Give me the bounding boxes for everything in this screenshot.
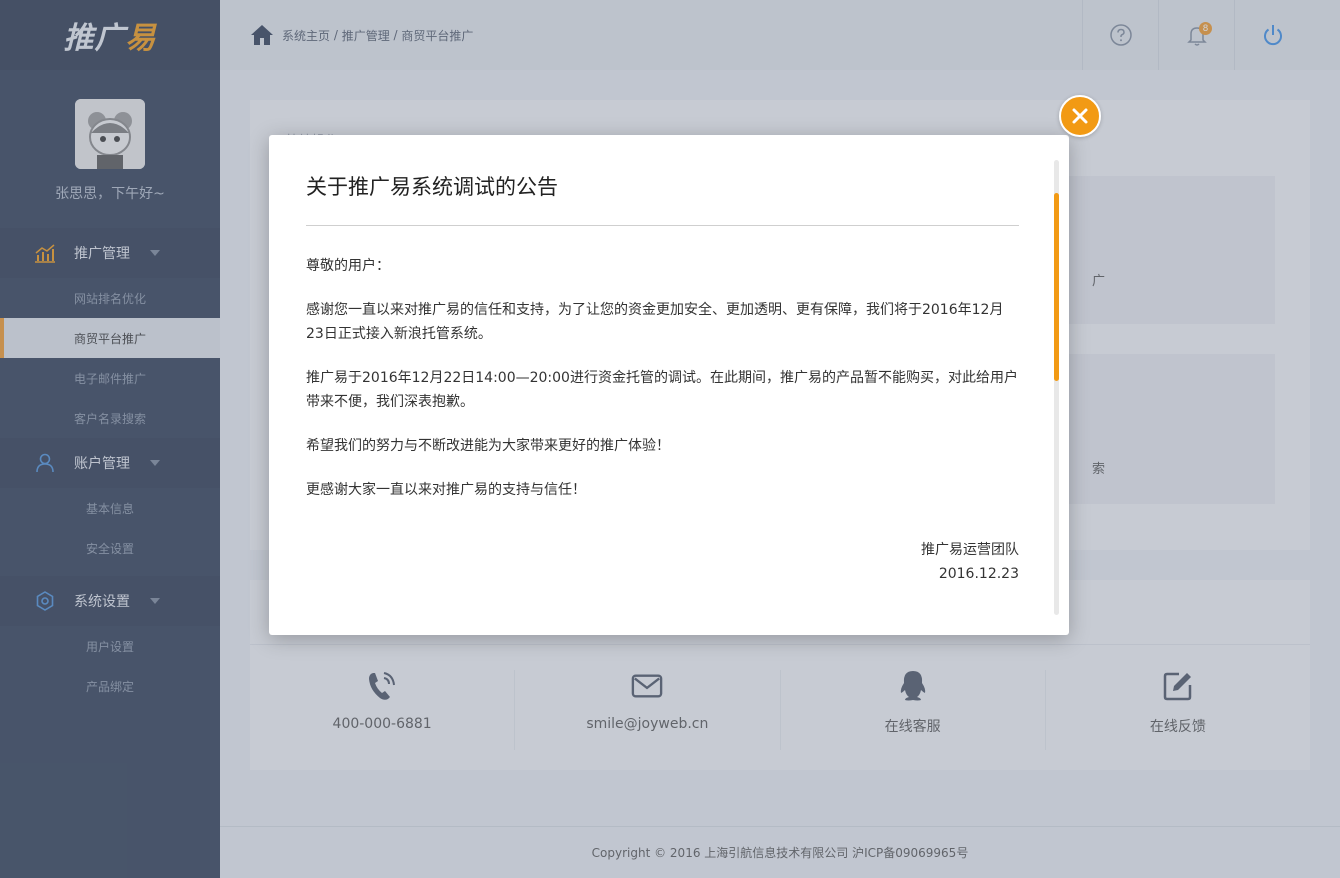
announcement-modal: 关于推广易系统调试的公告 尊敬的用户： 感谢您一直以来对推广易的信任和支持，为了… [269, 135, 1069, 635]
paragraph: 希望我们的努力与不断改进能为大家带来更好的推广体验！ [306, 438, 670, 454]
signature-date: 2016.12.23 [938, 566, 1019, 582]
close-icon [1072, 108, 1088, 124]
paragraph: 感谢您一直以来对推广易的信任和支持，为了让您的资金更加安全、更加透明、更有保障，… [306, 302, 1004, 342]
signature: 推广易运营团队 [921, 542, 1019, 558]
modal-body: 尊敬的用户： 感谢您一直以来对推广易的信任和支持，为了让您的资金更加安全、更加透… [306, 254, 1019, 502]
scrollbar-track[interactable] [1054, 160, 1059, 615]
signature-block: 推广易运营团队 2016.12.23 [306, 538, 1019, 586]
salutation: 尊敬的用户： [306, 258, 390, 274]
close-button[interactable] [1059, 95, 1101, 137]
modal-title: 关于推广易系统调试的公告 [306, 171, 1019, 226]
paragraph: 更感谢大家一直以来对推广易的支持与信任！ [306, 482, 586, 498]
scrollbar-thumb[interactable] [1054, 193, 1059, 381]
paragraph: 推广易于2016年12月22日14:00—20:00进行资金托管的调试。在此期间… [306, 370, 1018, 410]
modal-content: 关于推广易系统调试的公告 尊敬的用户： 感谢您一直以来对推广易的信任和支持，为了… [306, 171, 1019, 586]
